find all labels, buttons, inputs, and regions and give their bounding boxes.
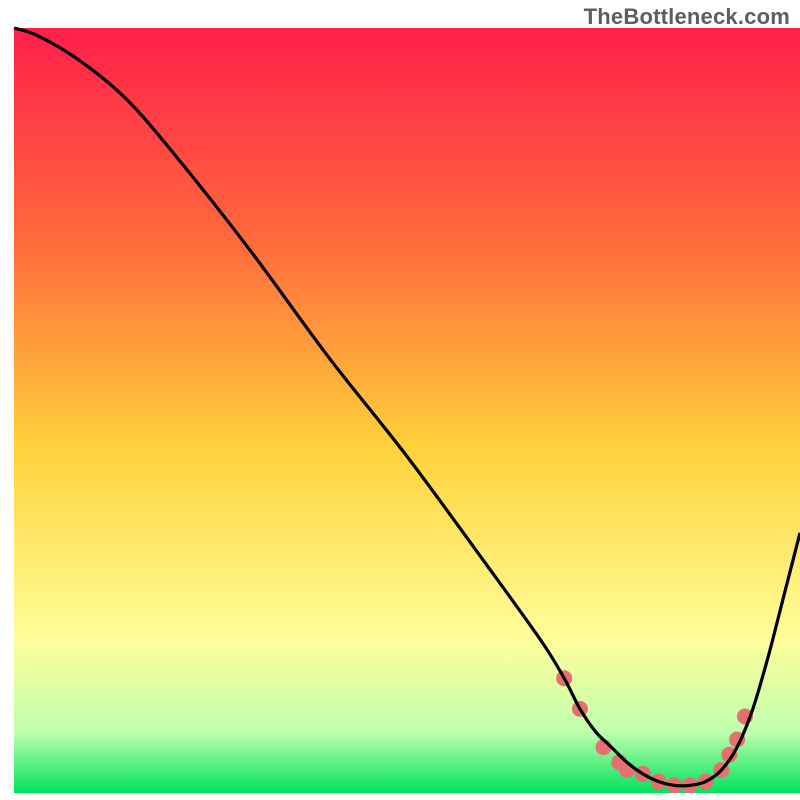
bottleneck-chart [0,0,800,800]
watermark-label: TheBottleneck.com [584,4,790,30]
plot-background [14,28,800,793]
chart-container: TheBottleneck.com [0,0,800,800]
